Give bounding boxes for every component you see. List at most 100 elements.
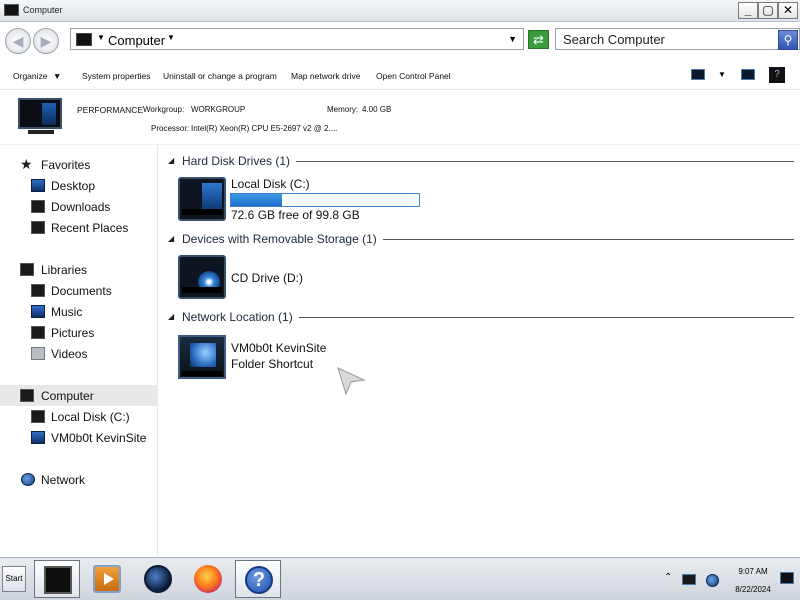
system-properties-button[interactable]: System properties xyxy=(82,71,151,81)
nav-music[interactable]: Music xyxy=(0,301,158,322)
change-view-icon[interactable] xyxy=(691,69,705,80)
collapse-triangle-icon[interactable]: ◢ xyxy=(168,156,174,165)
recent-places-icon xyxy=(31,221,45,234)
drive-icon xyxy=(31,410,45,423)
memory-value: 4.00 GB xyxy=(362,105,392,114)
chevron-down-icon[interactable]: ▼ xyxy=(97,33,105,42)
taskbar-browser[interactable] xyxy=(135,560,181,598)
group-header-hdd[interactable]: ◢ Hard Disk Drives (1) xyxy=(168,153,794,169)
nav-label: Downloads xyxy=(51,200,111,214)
open-control-panel-button[interactable]: Open Control Panel xyxy=(376,71,451,81)
music-icon xyxy=(31,305,45,318)
content-pane: ◢ Hard Disk Drives (1) Local Disk (C:) 7… xyxy=(160,145,800,555)
taskbar-firefox[interactable] xyxy=(185,560,231,598)
nav-documents[interactable]: Documents xyxy=(0,280,158,301)
forward-button[interactable]: ▶ xyxy=(33,28,59,54)
nav-label: Libraries xyxy=(41,263,88,277)
refresh-button[interactable]: ⇄ xyxy=(528,30,549,49)
breadcrumb-chevron-icon[interactable]: ▼ xyxy=(167,33,175,42)
uninstall-program-button[interactable]: Uninstall or change a program xyxy=(163,71,277,81)
workgroup-label: Workgroup: xyxy=(143,105,185,114)
drive-name: CD Drive (D:) xyxy=(231,271,303,285)
start-button[interactable]: Start xyxy=(2,566,26,592)
group-title: Hard Disk Drives (1) xyxy=(182,154,297,168)
network-status-icon[interactable] xyxy=(706,574,719,587)
hard-drive-icon xyxy=(178,177,226,221)
nav-label: Favorites xyxy=(41,158,91,172)
monitor-icon[interactable] xyxy=(682,574,696,585)
help-icon[interactable]: ? xyxy=(769,67,785,83)
nav-pictures[interactable]: Pictures xyxy=(0,322,158,343)
libraries-icon xyxy=(20,263,34,276)
location-name: VM0b0t KevinSite xyxy=(231,341,327,355)
nav-libraries[interactable]: Libraries xyxy=(0,259,158,280)
drive-name: Local Disk (C:) xyxy=(231,177,310,191)
nav-label: VM0b0t KevinSite xyxy=(51,431,147,445)
nav-favorites[interactable]: ★ Favorites xyxy=(0,154,158,175)
downloads-icon xyxy=(31,200,45,213)
network-folder-icon xyxy=(31,431,45,444)
memory-label: Memory: xyxy=(327,105,359,114)
nav-vm-kevinsite[interactable]: VM0b0t KevinSite xyxy=(0,427,158,448)
taskbar-help[interactable]: ? xyxy=(235,560,281,598)
close-button[interactable]: ✕ xyxy=(778,2,798,19)
explorer-icon xyxy=(44,566,72,594)
address-dropdown-icon[interactable]: ▼ xyxy=(508,34,517,44)
collapse-triangle-icon[interactable]: ◢ xyxy=(168,234,174,243)
workgroup-value: WORKGROUP xyxy=(191,105,246,114)
back-button[interactable]: ◀ xyxy=(5,28,31,54)
pictures-icon xyxy=(31,326,45,339)
nav-label: Music xyxy=(51,305,83,319)
organize-chevron-icon[interactable]: ▼ xyxy=(53,71,61,81)
documents-icon xyxy=(31,284,45,297)
system-tray: ⌃ 9:07 AM 8/22/2024 xyxy=(658,560,800,599)
group-header-network[interactable]: ◢ Network Location (1) xyxy=(168,309,794,325)
clock-time[interactable]: 9:07 AM xyxy=(731,567,775,576)
map-network-drive-button[interactable]: Map network drive xyxy=(291,71,360,81)
disk-usage-bar xyxy=(230,193,420,207)
search-box[interactable] xyxy=(555,28,800,50)
search-input[interactable] xyxy=(556,29,776,49)
taskbar-explorer[interactable] xyxy=(34,560,80,598)
breadcrumb-computer[interactable]: Computer xyxy=(108,33,165,48)
nav-network[interactable]: Network xyxy=(0,469,158,490)
minimize-button[interactable]: _ xyxy=(738,2,758,19)
nav-videos[interactable]: Videos xyxy=(0,343,158,364)
organize-button[interactable]: Organize xyxy=(13,71,48,81)
cd-drive-icon xyxy=(178,255,226,299)
nav-label: Recent Places xyxy=(51,221,129,235)
nav-label: Documents xyxy=(51,284,112,298)
nav-label: Desktop xyxy=(51,179,96,193)
details-pane: PERFORMANCE Workgroup: WORKGROUP Memory:… xyxy=(0,90,800,145)
nav-recent-places[interactable]: Recent Places xyxy=(0,217,158,238)
maximize-button[interactable]: ▢ xyxy=(758,2,778,19)
group-header-removable[interactable]: ◢ Devices with Removable Storage (1) xyxy=(168,231,794,247)
navigation-pane: ★ Favorites Desktop Downloads Recent Pla… xyxy=(0,145,158,555)
back-arrow-icon: ◀ xyxy=(12,33,24,49)
refresh-icon: ⇄ xyxy=(533,32,544,47)
globe-icon xyxy=(144,565,172,593)
search-button[interactable]: ⚲ xyxy=(778,30,798,50)
show-hidden-icons-icon[interactable]: ⌃ xyxy=(664,572,672,583)
mouse-cursor-icon xyxy=(337,367,366,396)
nav-label: Computer xyxy=(41,389,94,403)
computer-icon xyxy=(4,4,19,16)
view-chevron-icon[interactable]: ▼ xyxy=(718,70,726,79)
command-bar: Organize ▼ System properties Uninstall o… xyxy=(0,62,800,90)
collapse-triangle-icon[interactable]: ◢ xyxy=(168,312,174,321)
address-bar: ◀ ▶ ▼ Computer ▼ ▼ ⇄ ⚲ xyxy=(0,22,800,58)
taskbar-media-player[interactable] xyxy=(84,560,130,598)
nav-local-disk[interactable]: Local Disk (C:) xyxy=(0,406,158,427)
nav-computer[interactable]: Computer xyxy=(0,385,158,406)
show-desktop-icon[interactable] xyxy=(780,572,794,584)
media-player-icon xyxy=(93,565,121,593)
disk-usage-fill xyxy=(231,194,283,206)
preview-pane-icon[interactable] xyxy=(741,69,755,80)
group-title: Devices with Removable Storage (1) xyxy=(182,232,383,246)
address-field[interactable]: ▼ Computer ▼ ▼ xyxy=(70,28,524,50)
processor-label: Processor: xyxy=(151,124,190,133)
nav-label: Local Disk (C:) xyxy=(51,410,130,424)
nav-downloads[interactable]: Downloads xyxy=(0,196,158,217)
nav-desktop[interactable]: Desktop xyxy=(0,175,158,196)
clock-date[interactable]: 8/22/2024 xyxy=(731,585,775,594)
